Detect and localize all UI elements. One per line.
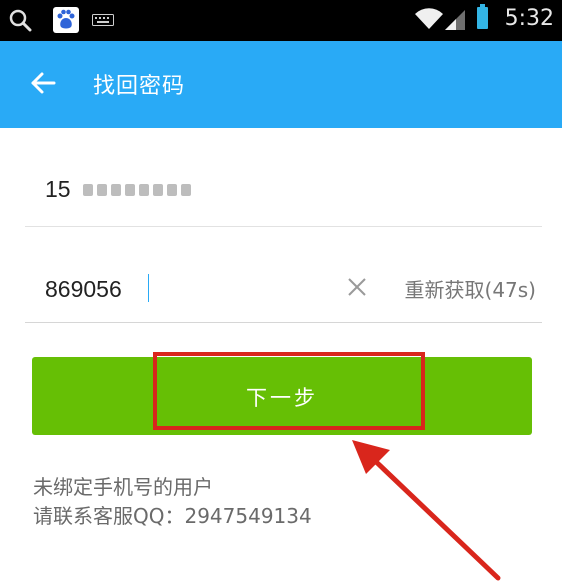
phone-value: 15 <box>45 176 71 202</box>
phone-blur-mask <box>83 178 201 200</box>
search-icon <box>9 9 32 32</box>
page-title: 找回密码 <box>93 74 186 99</box>
verification-code-field[interactable]: 重新获取(47s) <box>25 254 542 323</box>
signal-icon <box>445 10 465 30</box>
annotation-arrow-icon <box>352 440 501 581</box>
keyboard-icon <box>92 14 114 26</box>
battery-icon <box>477 4 488 29</box>
phone-field[interactable]: 15 <box>25 168 542 227</box>
form-area: 15 重新获取(47s) 下一步 未绑定手机号的用户 请联系客服QQ：29 <box>0 128 562 581</box>
baidu-icon <box>53 7 79 33</box>
back-arrow-icon[interactable] <box>30 71 56 95</box>
text-caret <box>148 274 149 302</box>
help-text-line1: 未绑定手机号的用户 <box>33 475 213 499</box>
help-text-line2: 请联系客服QQ：2947549134 <box>33 504 312 528</box>
clear-icon[interactable] <box>347 277 367 297</box>
resend-code-button[interactable]: 重新获取(47s) <box>405 274 536 303</box>
status-bar: 5:32 <box>0 0 562 41</box>
status-time: 5:32 <box>504 6 554 31</box>
wifi-icon <box>415 8 443 29</box>
app-bar: 找回密码 <box>0 41 562 128</box>
verification-code-input[interactable] <box>43 272 347 306</box>
annotation-highlight-box <box>153 352 425 430</box>
